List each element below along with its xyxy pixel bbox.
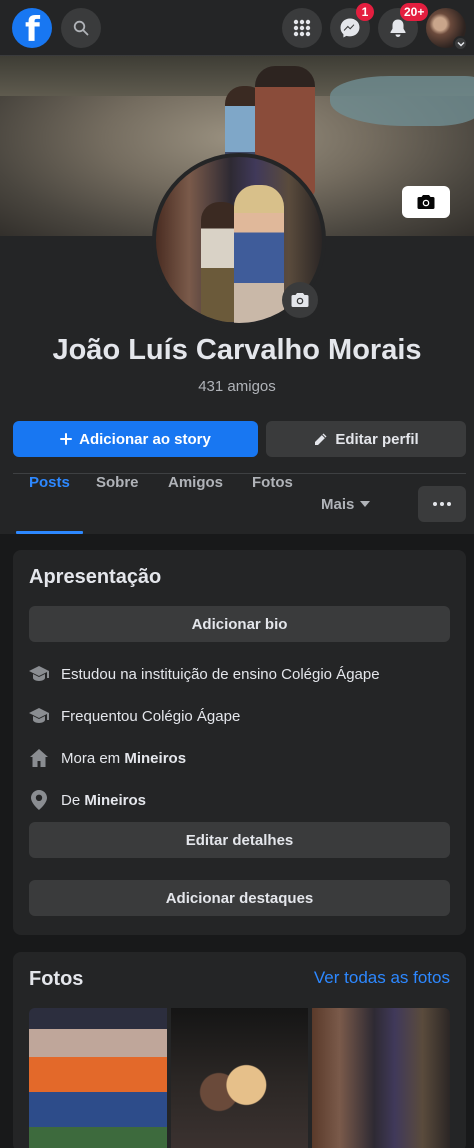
grid-menu-icon (293, 19, 311, 37)
add-featured-button[interactable]: Adicionar destaques (29, 880, 450, 916)
location-pin-icon (31, 790, 47, 810)
facebook-logo[interactable]: f (12, 8, 52, 50)
friends-count[interactable]: 431 amigos (0, 378, 474, 395)
graduation-cap-icon (29, 666, 49, 681)
messenger-button[interactable]: 1 (330, 3, 374, 48)
photo-thumbnail[interactable] (312, 1008, 450, 1148)
edit-cover-button[interactable] (402, 186, 450, 218)
caret-down-icon (360, 501, 371, 507)
chevron-down-icon (456, 41, 465, 47)
facebook-logo-letter: f (25, 10, 40, 50)
intro-item-text: Mora em (61, 749, 125, 767)
messenger-icon (340, 18, 360, 38)
intro-item-place[interactable]: Mineiros (124, 750, 186, 767)
see-all-photos-link[interactable]: Ver todas as fotos (314, 968, 450, 988)
tab-posts[interactable]: Posts (16, 474, 83, 534)
photos-title: Fotos (29, 968, 84, 990)
intro-card: Apresentação Adicionar bio Estudou na in… (13, 550, 466, 935)
add-bio-button[interactable]: Adicionar bio (29, 606, 450, 642)
messenger-badge: 1 (356, 3, 374, 21)
intro-item-school: Frequentou Colégio Ágape (29, 704, 240, 728)
add-to-story-label: Adicionar ao story (79, 430, 211, 448)
intro-item-lives-in: Mora em Mineiros (29, 746, 186, 770)
ellipsis-icon (433, 502, 437, 506)
search-button[interactable] (61, 8, 101, 48)
camera-icon (417, 195, 435, 209)
more-options-button[interactable] (418, 486, 466, 522)
profile-tabs: Posts Sobre Amigos Fotos Mais (13, 474, 466, 534)
tab-photos[interactable]: Fotos (252, 474, 293, 534)
home-icon (30, 749, 48, 767)
notifications-button[interactable]: 20+ (378, 3, 429, 48)
menu-button[interactable] (282, 8, 322, 48)
intro-item-text: Estudou na instituição de ensino Colégio… (61, 665, 380, 683)
tab-friends[interactable]: Amigos (168, 474, 223, 534)
intro-item-from: De Mineiros (29, 788, 146, 812)
add-to-story-button[interactable]: Adicionar ao story (13, 421, 258, 457)
bell-icon (390, 19, 406, 37)
intro-item-place[interactable]: Mineiros (84, 792, 146, 809)
pencil-icon (315, 433, 327, 445)
intro-item-education: Estudou na instituição de ensino Colégio… (29, 662, 380, 686)
search-icon (73, 20, 89, 36)
intro-title: Apresentação (29, 566, 162, 588)
photo-thumbnail[interactable] (171, 1008, 308, 1148)
profile-name: João Luís Carvalho Morais (52, 334, 422, 366)
tab-about[interactable]: Sobre (96, 474, 139, 534)
edit-details-button[interactable]: Editar detalhes (29, 822, 450, 858)
photo-thumbnail[interactable] (29, 1008, 167, 1148)
edit-profile-button[interactable]: Editar perfil (266, 421, 466, 457)
intro-item-text: Frequentou Colégio Ágape (61, 707, 241, 725)
graduation-cap-icon (29, 708, 49, 723)
profile-header: João Luís Carvalho Morais 431 amigos Adi… (0, 56, 474, 534)
notifications-badge: 20+ (400, 3, 429, 21)
photos-card: Fotos Ver todas as fotos (13, 952, 466, 1148)
plus-icon (60, 433, 73, 445)
account-menu-caret[interactable] (453, 36, 468, 51)
tab-more-label: Mais (321, 495, 355, 513)
intro-item-text: De (61, 791, 85, 809)
edit-profile-label: Editar perfil (335, 430, 419, 448)
tab-more[interactable]: Mais (321, 474, 371, 534)
top-bar: f 1 20+ (0, 0, 474, 56)
edit-profile-picture-button[interactable] (282, 282, 318, 318)
camera-icon (291, 293, 309, 307)
